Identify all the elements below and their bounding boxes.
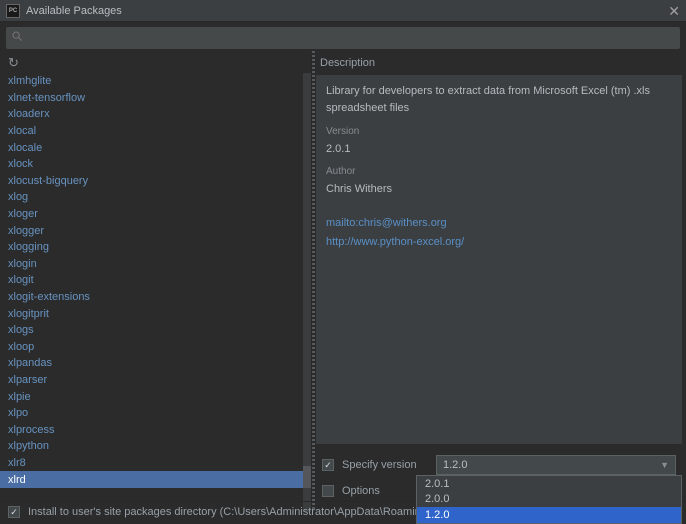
package-item[interactable]: xlpo bbox=[0, 405, 311, 422]
version-dropdown-item[interactable]: 1.2.0 bbox=[417, 507, 681, 523]
package-item[interactable]: xloger bbox=[0, 206, 311, 223]
package-item[interactable]: xlogs bbox=[0, 322, 311, 339]
package-item[interactable]: xlock bbox=[0, 156, 311, 173]
package-item[interactable]: xlpython bbox=[0, 438, 311, 455]
scroll-thumb[interactable] bbox=[303, 466, 311, 488]
package-item[interactable]: xlpandas bbox=[0, 355, 311, 372]
package-item[interactable]: xlogit bbox=[0, 272, 311, 289]
window-title: Available Packages bbox=[26, 5, 668, 17]
author-label: Author bbox=[326, 164, 672, 179]
package-item[interactable]: xlocal bbox=[0, 123, 311, 140]
search-bar[interactable] bbox=[6, 27, 680, 49]
package-item[interactable]: xlocale bbox=[0, 139, 311, 156]
version-label: Version bbox=[326, 124, 672, 139]
search-icon bbox=[12, 31, 23, 45]
package-item[interactable]: xlogin bbox=[0, 256, 311, 273]
options-checkbox[interactable] bbox=[322, 485, 334, 497]
package-item[interactable]: xlogitprit bbox=[0, 305, 311, 322]
description-header: Description bbox=[312, 53, 686, 73]
version-dropdown-item[interactable]: 2.0.1 bbox=[417, 476, 681, 492]
install-user-site-checkbox[interactable]: ✓ bbox=[8, 506, 20, 518]
description-body: Library for developers to extract data f… bbox=[316, 75, 682, 444]
package-list[interactable]: xlmhglitexlnet-tensorflowxloaderxxlocalx… bbox=[0, 73, 311, 512]
chevron-down-icon: ▼ bbox=[660, 460, 669, 470]
package-item[interactable]: xlnet-tensorflow bbox=[0, 90, 311, 107]
package-item[interactable]: xlogger bbox=[0, 222, 311, 239]
description-text: Library for developers to extract data f… bbox=[326, 83, 672, 116]
package-list-panel: ↻ xlmhglitexlnet-tensorflowxloaderxxloca… bbox=[0, 53, 312, 512]
package-item[interactable]: xlparser bbox=[0, 372, 311, 389]
package-item[interactable]: xlocust-bigquery bbox=[0, 173, 311, 190]
package-item[interactable]: xlogit-extensions bbox=[0, 289, 311, 306]
version-select[interactable]: 1.2.0 ▼ bbox=[436, 455, 676, 475]
version-dropdown[interactable]: 2.0.12.0.01.2.0 bbox=[416, 475, 682, 524]
panel-resize-handle[interactable] bbox=[312, 51, 315, 510]
package-item[interactable]: xlogging bbox=[0, 239, 311, 256]
version-value: 2.0.1 bbox=[326, 141, 672, 158]
package-item[interactable]: xloop bbox=[0, 339, 311, 356]
version-select-value: 1.2.0 bbox=[443, 459, 467, 471]
package-item[interactable]: xloaderx bbox=[0, 106, 311, 123]
package-item[interactable]: xlmhglite bbox=[0, 73, 311, 90]
description-panel: Description Library for developers to ex… bbox=[312, 53, 686, 512]
package-item[interactable]: xlprocess bbox=[0, 421, 311, 438]
titlebar: PC Available Packages ✕ bbox=[0, 0, 686, 22]
package-item[interactable]: xlrd bbox=[0, 471, 311, 488]
mailto-link[interactable]: mailto:chris@withers.org bbox=[326, 215, 672, 232]
homepage-link[interactable]: http://www.python-excel.org/ bbox=[326, 234, 672, 251]
close-icon[interactable]: ✕ bbox=[668, 4, 680, 18]
package-item[interactable]: xlpie bbox=[0, 388, 311, 405]
package-item[interactable]: xlog bbox=[0, 189, 311, 206]
search-input[interactable] bbox=[27, 31, 674, 45]
version-dropdown-item[interactable]: 2.0.0 bbox=[417, 492, 681, 508]
app-icon: PC bbox=[6, 4, 20, 18]
package-item[interactable]: xlr8 bbox=[0, 455, 311, 472]
refresh-icon[interactable]: ↻ bbox=[8, 55, 19, 71]
specify-version-label: Specify version bbox=[342, 459, 436, 471]
install-user-site-label: Install to user's site packages director… bbox=[28, 506, 448, 518]
scrollbar[interactable] bbox=[303, 73, 311, 512]
author-value: Chris Withers bbox=[326, 181, 672, 198]
specify-version-checkbox[interactable]: ✓ bbox=[322, 459, 334, 471]
